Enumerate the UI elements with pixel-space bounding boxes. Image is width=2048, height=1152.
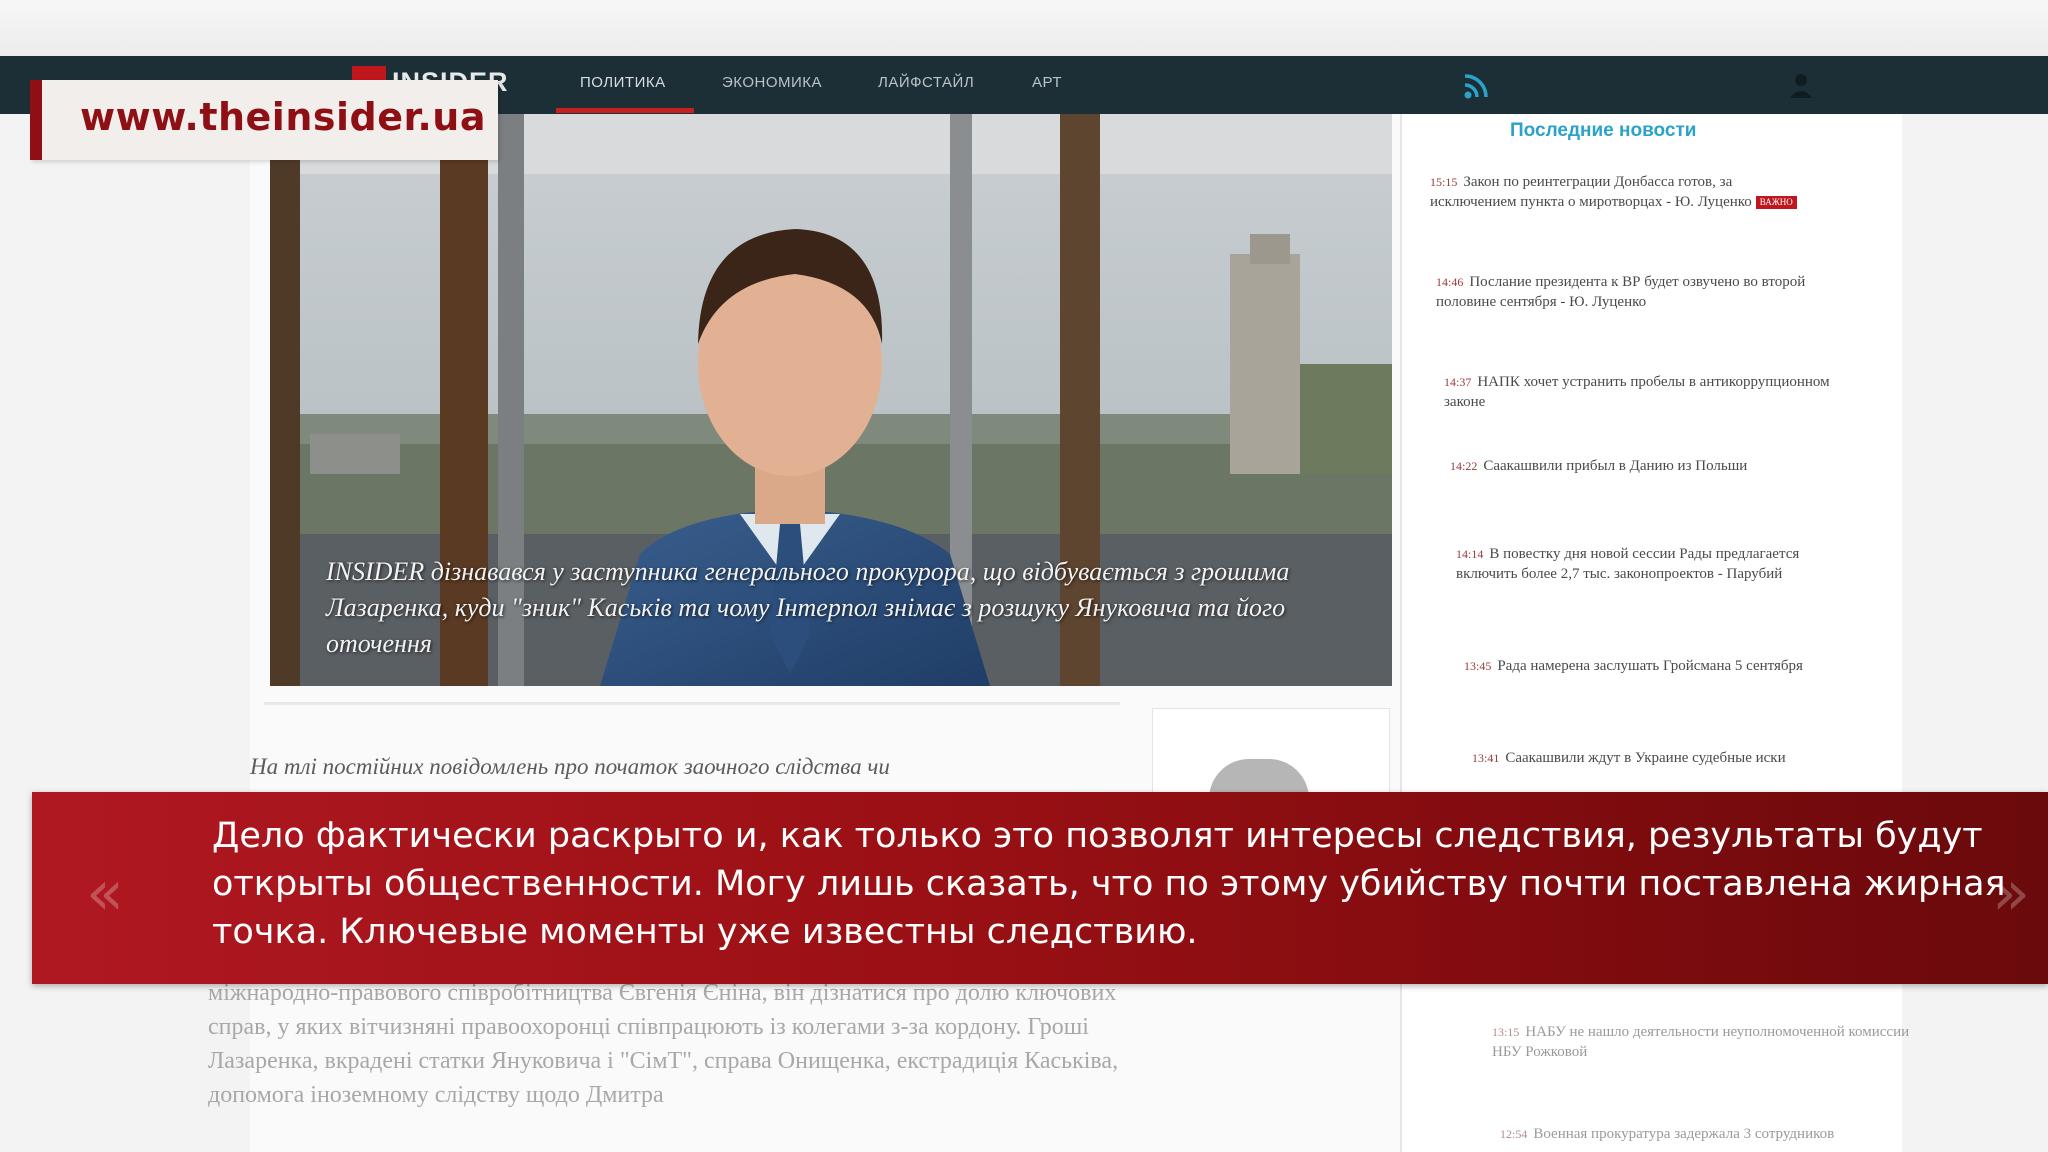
news-text: Саакашвили прибыл в Данию из Польши xyxy=(1483,458,1748,474)
news-item[interactable]: 14:22 Саакашвили прибыл в Данию из Польши xyxy=(1450,456,1840,476)
article-hero-photo: INSIDER дізнавався у заступника генераль… xyxy=(270,114,1392,686)
photo-caption: INSIDER дізнавався у заступника генераль… xyxy=(326,557,1290,658)
sidebar-title: Последние новости xyxy=(1510,120,1697,141)
article-body: міжнародно-правового співробітництва Євг… xyxy=(208,980,1119,1108)
news-time: 13:15 xyxy=(1492,1025,1520,1039)
nav-item-politics[interactable]: ПОЛИТИКА xyxy=(580,74,666,91)
news-time: 14:22 xyxy=(1450,459,1478,473)
watermark-url: www.theinsider.ua xyxy=(80,95,486,139)
news-time: 14:37 xyxy=(1444,375,1472,389)
news-text: НАБУ не нашло деятельности неуполномочен… xyxy=(1492,1024,1910,1060)
news-text: Рада намерена заслушать Гройсмана 5 сент… xyxy=(1497,658,1803,674)
nav-active-underline xyxy=(556,108,694,113)
important-badge: ВАЖНО xyxy=(1755,196,1797,209)
news-text: НАПК хочет устранить пробелы в антикорру… xyxy=(1444,374,1830,410)
nav-item-lifestyle[interactable]: ЛАЙФСТАЙЛ xyxy=(878,74,974,91)
news-time: 14:46 xyxy=(1436,275,1464,289)
news-sidebar xyxy=(1400,114,1902,1152)
news-text: В повестку дня новой сессии Рады предлаг… xyxy=(1456,546,1800,582)
news-item[interactable]: 13:15 НАБУ не нашло деятельности неуполно… xyxy=(1492,1022,1932,1062)
prev-arrow-icon: « xyxy=(86,856,124,929)
news-text: Послание президента к ВР будет озвучено … xyxy=(1436,274,1806,310)
nav-item-economy[interactable]: ЭКОНОМИКА xyxy=(722,74,822,91)
user-icon[interactable] xyxy=(1788,70,1814,100)
news-item[interactable]: 15:15 Закон по реинтеграции Донбасса гото… xyxy=(1430,172,1820,212)
news-item[interactable]: 14:37 НАПК хочет устранить пробелы в анти… xyxy=(1444,372,1834,412)
subtitle-text: Дело фактически раскрыто и, как только э… xyxy=(212,816,2006,952)
rss-icon[interactable] xyxy=(1462,70,1494,100)
news-time: 14:14 xyxy=(1456,547,1484,561)
browser-top-strip xyxy=(0,0,2048,56)
news-time: 13:45 xyxy=(1464,659,1492,673)
news-text: Закон по реинтеграции Донбасса готов, за… xyxy=(1430,174,1752,210)
author-thumbnail[interactable] xyxy=(1152,708,1390,799)
news-time: 15:15 xyxy=(1430,175,1458,189)
news-item[interactable]: 13:41 Саакашвили ждут в Украине судебные … xyxy=(1472,748,1862,768)
news-text: Военная прокуратура задержала 3 сотрудни… xyxy=(1533,1126,1835,1142)
news-item[interactable]: 12:54 Военная прокуратура задержала 3 сот… xyxy=(1500,1124,1940,1144)
news-time: 12:54 xyxy=(1500,1127,1528,1141)
content-divider xyxy=(264,702,1120,705)
news-time: 13:41 xyxy=(1472,751,1500,765)
news-item[interactable]: 13:45 Рада намерена заслушать Гройсмана 5… xyxy=(1464,656,1854,676)
nav-item-art[interactable]: АРТ xyxy=(1032,74,1062,91)
news-item[interactable]: 14:46 Послание президента к ВР будет озву… xyxy=(1436,272,1826,312)
news-text: Саакашвили ждут в Украине судебные иски xyxy=(1505,750,1786,766)
article-lead: На тлі постійних повідомлень про початок… xyxy=(250,754,890,779)
news-item[interactable]: 14:14 В повестку дня новой сессии Рады пр… xyxy=(1456,544,1846,584)
